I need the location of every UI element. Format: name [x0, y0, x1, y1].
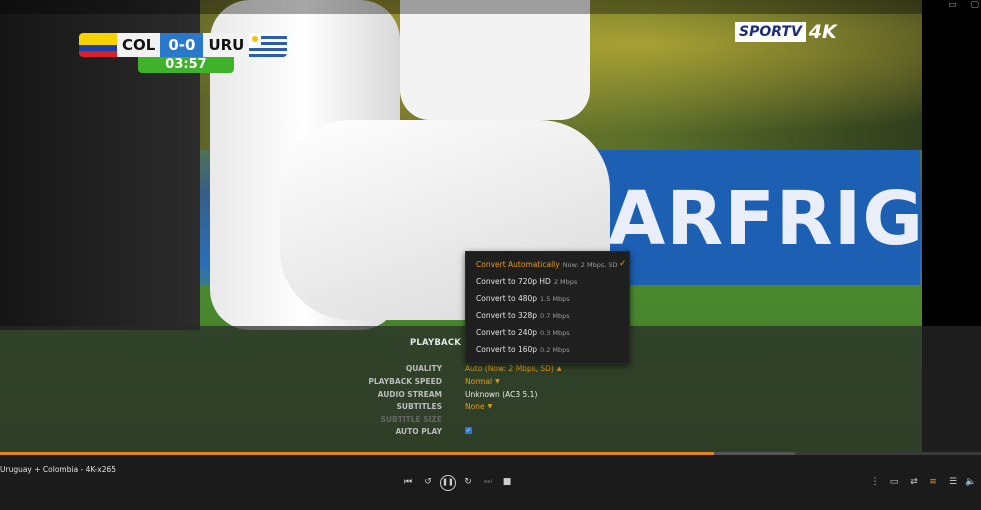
volume-mute-icon[interactable]: 🔈: [965, 476, 977, 488]
check-icon: ✓: [619, 259, 627, 269]
previous-icon[interactable]: ⏮: [401, 475, 415, 489]
setting-label: AUDIO STREAM: [377, 390, 442, 399]
away-team: URU: [203, 33, 250, 57]
player-control-bar: Uruguay + Colombia - 4K-x265 ⏮ ↺ ❚❚ ↻ ⏭ …: [0, 452, 981, 510]
setting-row-audio-stream: AUDIO STREAM Unknown (AC3 5.1): [300, 390, 700, 402]
match-clock: 03:57: [138, 57, 234, 73]
broadcaster-logo-suffix: 4K: [808, 21, 837, 43]
setting-row-subtitle-size: SUBTITLE SIZE: [300, 415, 700, 427]
advertising-board-text: ARFRIG: [608, 176, 922, 262]
caret-up-icon: ▲: [556, 365, 562, 372]
home-team: COL: [117, 33, 161, 57]
quality-option-240p[interactable]: Convert to 240p 0.3 Mbps: [476, 328, 626, 342]
window-controls: ▭ ▢: [948, 0, 981, 10]
shuffle-icon[interactable]: ⇄: [908, 476, 920, 488]
score: 0-0: [160, 33, 204, 57]
setting-row-quality[interactable]: QUALITY Auto (Now: 2 Mbps, SD) ▲: [300, 364, 700, 376]
setting-row-auto-play[interactable]: AUTO PLAY ✓: [300, 427, 700, 439]
quality-option-160p[interactable]: Convert to 160p 0.2 Mbps: [476, 345, 626, 359]
forward-30-icon[interactable]: ↻: [461, 475, 475, 489]
setting-label: SUBTITLES: [396, 402, 442, 411]
uruguay-flag-icon: [249, 33, 288, 57]
colombia-flag-icon: [79, 33, 117, 57]
seek-bar[interactable]: [0, 452, 981, 455]
setting-label: QUALITY: [405, 364, 442, 373]
video-top-bar: [0, 0, 922, 14]
setting-row-playback-speed[interactable]: PLAYBACK SPEED Normal ▼: [300, 377, 700, 389]
quality-option-720p[interactable]: Convert to 720p HD 2 Mbps: [476, 277, 626, 291]
setting-label: AUTO PLAY: [395, 427, 442, 436]
buffer-bar: [714, 452, 795, 455]
quality-option-328p[interactable]: Convert to 328p 0.7 Mbps: [476, 311, 626, 325]
setting-value-audio-stream: Unknown (AC3 5.1): [465, 390, 538, 399]
setting-value-subtitles[interactable]: None ▼: [465, 402, 492, 411]
stop-icon[interactable]: ■: [500, 475, 514, 489]
auto-play-checkbox[interactable]: ✓: [465, 427, 472, 434]
setting-value-playback-speed[interactable]: Normal ▼: [465, 377, 500, 386]
settings-sliders-icon[interactable]: ≡: [927, 476, 939, 488]
setting-label: SUBTITLE SIZE: [380, 415, 443, 424]
quality-menu: Convert Automatically Now: 2 Mbps, SD ✓ C…: [465, 251, 630, 364]
setting-row-subtitles[interactable]: SUBTITLES None ▼: [300, 402, 700, 414]
caret-down-icon: ▼: [495, 378, 500, 385]
pause-icon[interactable]: ❚❚: [440, 475, 456, 491]
fullscreen-icon[interactable]: ▭: [888, 476, 900, 488]
score-bug: COL 0-0 URU: [79, 33, 288, 57]
advertising-board: ARFRIG: [590, 150, 922, 285]
restore-icon[interactable]: ▭: [948, 0, 957, 10]
broadcaster-logo: SPORTV 4K: [735, 21, 837, 43]
minimize-icon[interactable]: ▢: [971, 0, 980, 10]
quality-option-480p[interactable]: Convert to 480p 1.5 Mbps: [476, 294, 626, 308]
playlist-icon[interactable]: ☰: [947, 476, 959, 488]
setting-value-quality[interactable]: Auto (Now: 2 Mbps, SD) ▲: [465, 364, 561, 373]
caret-down-icon: ▼: [487, 403, 493, 410]
media-title: Uruguay + Colombia - 4K-x265: [0, 465, 117, 474]
more-icon[interactable]: ⋮: [869, 476, 881, 488]
progress-fill: [0, 452, 715, 455]
replay-10-icon[interactable]: ↺: [421, 475, 435, 489]
quality-option-auto[interactable]: Convert Automatically Now: 2 Mbps, SD ✓: [476, 259, 627, 274]
player-white-kit-2: [400, 0, 590, 120]
broadcaster-logo-text: SPORTV: [735, 22, 806, 42]
setting-label: PLAYBACK SPEED: [368, 377, 442, 386]
next-icon[interactable]: ⏭: [481, 475, 495, 489]
